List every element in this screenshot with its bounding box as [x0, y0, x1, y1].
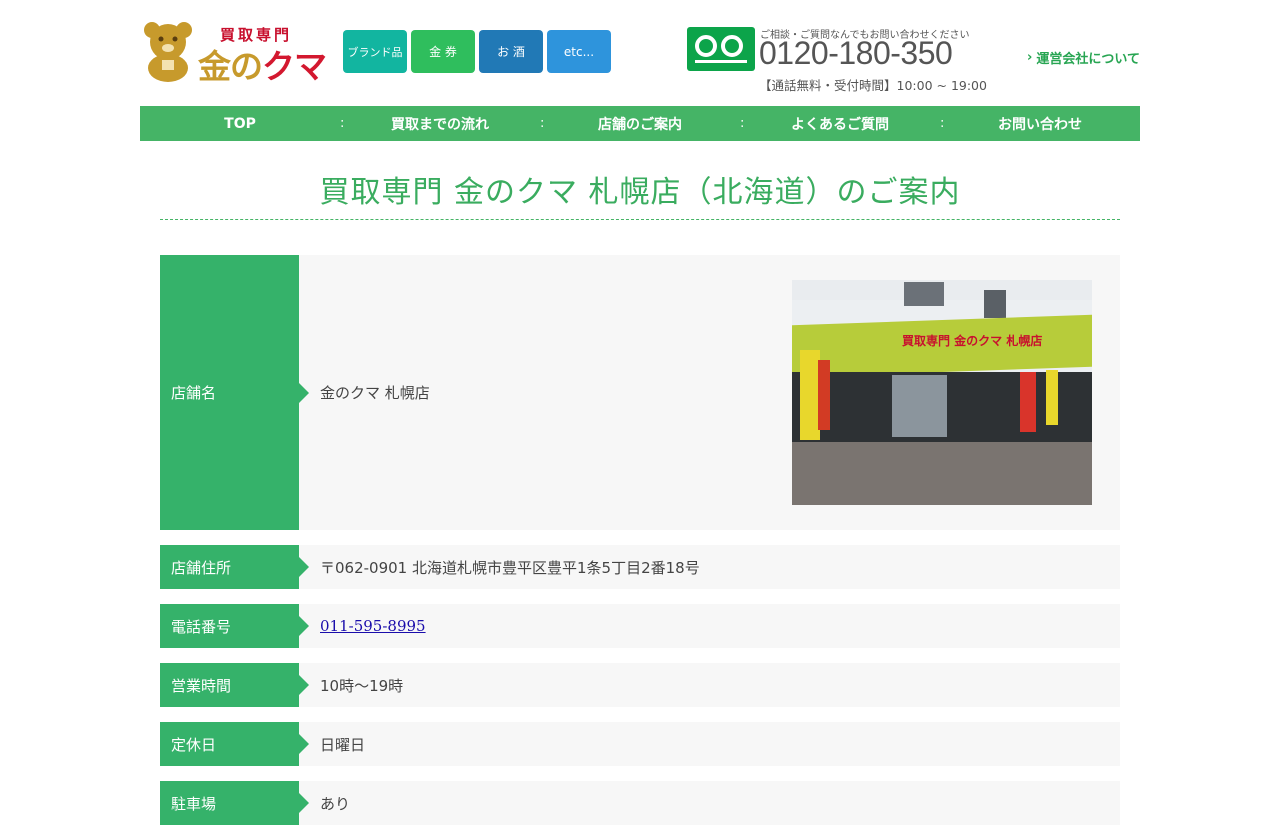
info-row-parking: 駐車場 あり — [160, 781, 1120, 825]
category-buttons: ブランド品 金 券 お 酒 etc... — [343, 30, 611, 73]
store-info-table: 店舗名 金のクマ 札幌店 買取専門 金のクマ 札幌店 店舗住所 〒062-090… — [160, 255, 1120, 825]
logo-name-gold: 金の — [198, 47, 263, 86]
info-row-phone: 電話番号 011-595-8995 — [160, 604, 1120, 648]
category-voucher-button[interactable]: 金 券 — [411, 30, 475, 73]
hours-value: 10時〜19時 — [320, 676, 404, 695]
info-label: 営業時間 — [160, 663, 309, 707]
closed-day-value: 日曜日 — [320, 735, 366, 754]
info-value: 011-595-8995 — [299, 604, 1120, 648]
info-row-store-name: 店舗名 金のクマ 札幌店 買取専門 金のクマ 札幌店 — [160, 255, 1120, 530]
site-logo[interactable]: 買取専門 金のクマ — [140, 16, 327, 86]
category-brand-button[interactable]: ブランド品 — [343, 30, 407, 73]
store-name-value: 金のクマ 札幌店 — [320, 384, 430, 402]
logo-name-red: クマ — [262, 47, 327, 86]
bear-logo-icon — [144, 22, 192, 82]
main-nav: TOP : 買取までの流れ : 店舗のご案内 : よくあるご質問 : お問い合わ… — [140, 106, 1140, 141]
free-dial-icon — [687, 27, 755, 71]
chevron-right-icon: › — [1027, 50, 1033, 65]
store-phone-link[interactable]: 011-595-8995 — [320, 617, 426, 635]
info-label: 店舗名 — [160, 255, 309, 530]
info-label: 電話番号 — [160, 604, 309, 648]
phone-number[interactable]: 0120-180-350 — [759, 35, 953, 72]
page: 買取専門 金のクマ ブランド品 金 券 お 酒 etc... ご相談・ご質問なん… — [140, 0, 1140, 825]
nav-item-stores[interactable]: 店舗のご案内 — [540, 114, 740, 134]
category-liquor-button[interactable]: お 酒 — [479, 30, 543, 73]
logo-name: 金のクマ — [198, 40, 327, 88]
storefront-photo: 買取専門 金のクマ 札幌店 — [792, 280, 1092, 505]
info-label: 駐車場 — [160, 781, 309, 825]
company-link[interactable]: › 運営会社について — [1027, 48, 1140, 67]
info-row-closed: 定休日 日曜日 — [160, 722, 1120, 766]
category-etc-button[interactable]: etc... — [547, 30, 611, 73]
info-value: 金のクマ 札幌店 買取専門 金のクマ 札幌店 — [299, 255, 1120, 530]
nav-item-flow[interactable]: 買取までの流れ — [340, 114, 540, 134]
info-label: 店舗住所 — [160, 545, 309, 589]
info-row-hours: 営業時間 10時〜19時 — [160, 663, 1120, 707]
site-header: 買取専門 金のクマ ブランド品 金 券 お 酒 etc... ご相談・ご質問なん… — [140, 0, 1140, 106]
phone-block[interactable]: ご相談・ご質問なんでもお問い合わせください 0120-180-350 【通話無料… — [687, 26, 987, 93]
parking-value: あり — [320, 794, 351, 813]
phone-hours: 【通話無料・受付時間】10:00 ~ 19:00 — [759, 78, 987, 93]
page-title-row: 買取専門 金のクマ 札幌店（北海道）のご案内 — [160, 141, 1120, 220]
page-title: 買取専門 金のクマ 札幌店（北海道）のご案内 — [319, 175, 961, 210]
nav-item-faq[interactable]: よくあるご質問 — [740, 114, 940, 134]
storefront-sign: 買取専門 金のクマ 札幌店 — [902, 334, 1043, 348]
company-link-label: 運営会社について — [1036, 52, 1140, 67]
nav-item-top[interactable]: TOP — [140, 116, 340, 132]
address-value: 〒062-0901 北海道札幌市豊平区豊平1条5丁目2番18号 — [320, 558, 700, 577]
info-row-address: 店舗住所 〒062-0901 北海道札幌市豊平区豊平1条5丁目2番18号 — [160, 545, 1120, 589]
nav-item-contact[interactable]: お問い合わせ — [940, 114, 1140, 134]
info-label: 定休日 — [160, 722, 309, 766]
